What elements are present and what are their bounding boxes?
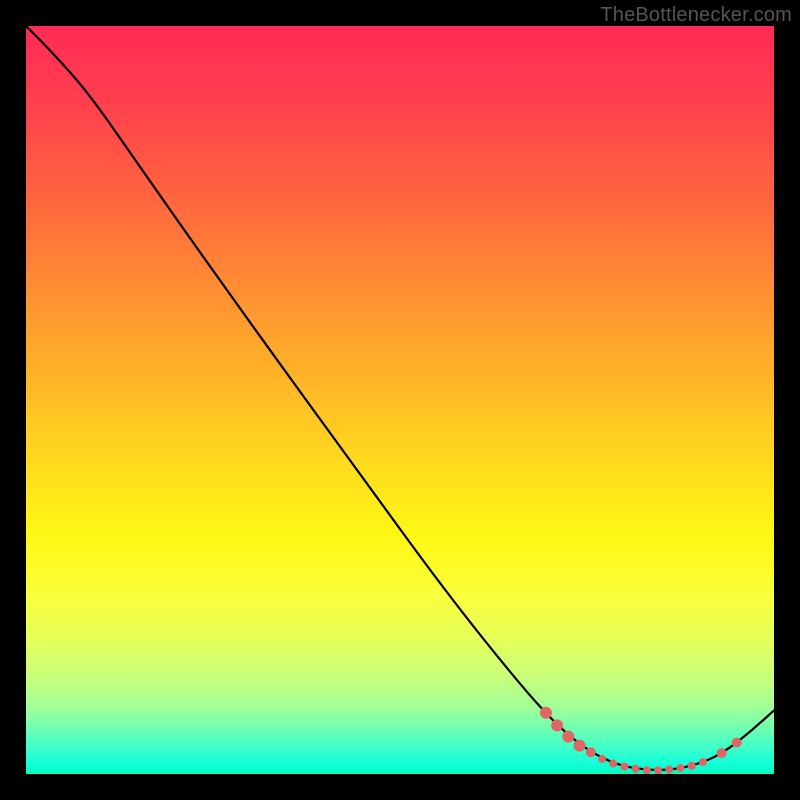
marker-point — [574, 740, 586, 752]
marker-point — [562, 731, 574, 743]
marker-point — [632, 765, 640, 773]
marker-point — [688, 762, 696, 770]
chart-container — [26, 26, 774, 774]
highlighted-markers — [540, 707, 742, 775]
marker-point — [598, 755, 606, 763]
marker-point — [732, 738, 742, 748]
marker-point — [643, 766, 651, 774]
marker-point — [609, 760, 617, 768]
chart-svg — [26, 26, 774, 774]
marker-point — [551, 719, 563, 731]
attribution-text: TheBottlenecker.com — [600, 4, 792, 27]
marker-point — [699, 758, 707, 766]
marker-point — [620, 763, 628, 771]
marker-point — [717, 748, 727, 758]
marker-point — [586, 747, 596, 757]
marker-point — [654, 766, 662, 774]
marker-point — [677, 764, 685, 772]
marker-point — [540, 707, 552, 719]
bottleneck-curve — [26, 26, 774, 770]
marker-point — [665, 766, 673, 774]
